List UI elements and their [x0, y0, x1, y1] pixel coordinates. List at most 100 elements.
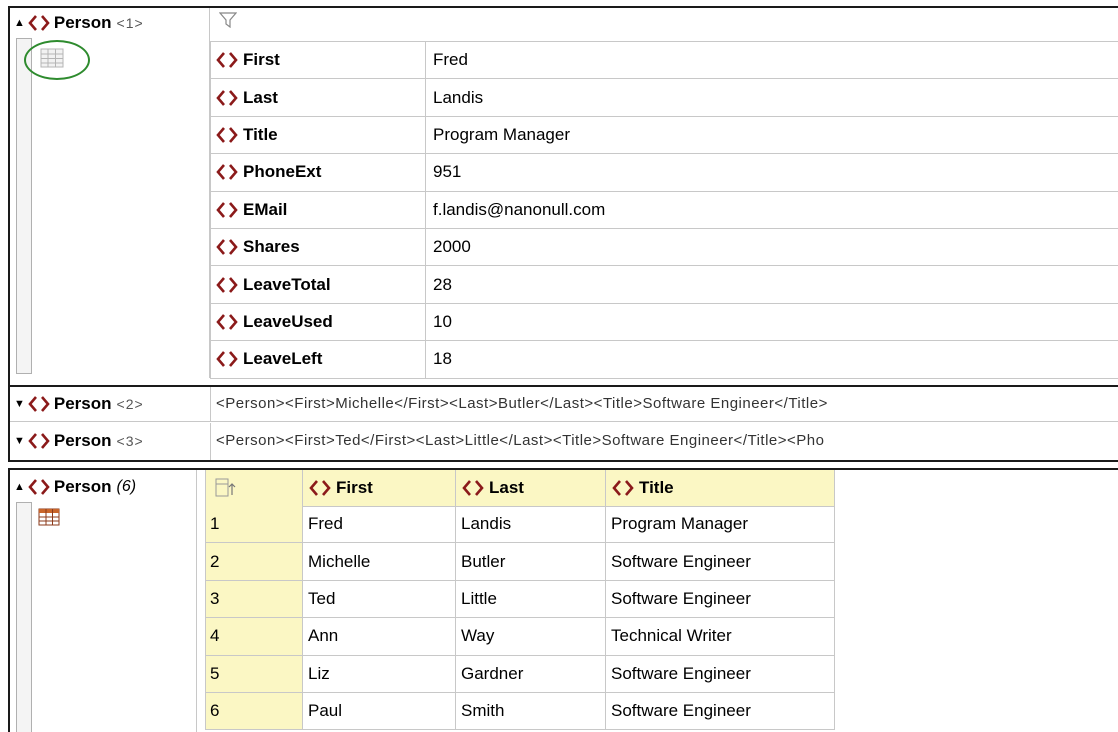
field-value-cell[interactable]: Fred [426, 42, 1118, 78]
field-value: Landis [433, 87, 484, 107]
table-left-divider [196, 470, 197, 732]
column-header-title[interactable]: Title [605, 470, 835, 506]
row-number-cell[interactable]: 5 [205, 655, 302, 693]
element-name: Person [53, 431, 112, 450]
field-name-cell[interactable]: PhoneExt [211, 154, 426, 191]
table-cell-last[interactable]: Smith [455, 693, 605, 731]
field-value-cell[interactable]: Landis [426, 79, 1118, 115]
column-title: First [336, 478, 373, 497]
field-name-cell[interactable]: LeaveLeft [211, 341, 426, 378]
element-tag-icon [216, 201, 238, 219]
field-name-cell[interactable]: EMail [211, 191, 426, 228]
cell-text: Butler [461, 551, 506, 571]
cell-text: 2 [210, 551, 220, 571]
table-cell-last[interactable]: Landis [455, 506, 605, 544]
cell-text: Software Engineer [611, 701, 751, 721]
element-index: <2> [116, 396, 144, 412]
collapse-arrow-icon[interactable]: ▲ [14, 481, 25, 493]
table-cell-last[interactable]: Little [455, 580, 605, 619]
cell-text: Michelle [308, 551, 371, 571]
person-2-header[interactable]: ▼ Person <2> [14, 392, 144, 416]
field-row: LeaveLeft 18 [210, 341, 1118, 379]
field-name-cell[interactable]: Title [211, 116, 426, 154]
field-name-cell[interactable]: LeaveUsed [211, 303, 426, 341]
person-table-header[interactable]: ▲ Person (6) [14, 475, 136, 499]
field-name: Last [243, 87, 278, 107]
person-1-header[interactable]: ▲ Person <1> [14, 10, 144, 36]
element-tag-icon [28, 478, 50, 496]
field-row: Last Landis [210, 79, 1118, 117]
expander-bar[interactable] [16, 502, 32, 732]
element-index: <1> [116, 15, 144, 31]
expand-arrow-icon[interactable]: ▼ [14, 398, 25, 410]
field-name-cell[interactable]: Last [211, 79, 426, 116]
person-3-header[interactable]: ▼ Person <3> [14, 429, 144, 453]
table-cell-first[interactable]: Fred [302, 506, 455, 544]
table-cell-title[interactable]: Software Engineer [605, 543, 835, 581]
expander-bar[interactable] [16, 38, 32, 374]
row-number-cell[interactable]: 3 [205, 580, 302, 619]
element-name: Person [53, 394, 112, 413]
element-tag-icon [216, 89, 238, 107]
person-2-raw-xml[interactable]: <Person><First>Michelle</First><Last>But… [216, 395, 1116, 412]
table-cell-title[interactable]: Technical Writer [605, 618, 835, 656]
field-value-cell[interactable]: 10 [426, 304, 1118, 340]
table-cell-title[interactable]: Software Engineer [605, 655, 835, 693]
field-row: First Fred [210, 42, 1118, 80]
table-view-icon[interactable] [40, 48, 64, 73]
element-tag-icon [216, 126, 238, 144]
field-value: Fred [433, 50, 468, 70]
row-number-cell[interactable]: 4 [205, 618, 302, 656]
field-value-cell[interactable]: 951 [426, 154, 1118, 190]
table-cell-first[interactable]: Ann [302, 618, 455, 656]
cell-text: Landis [461, 514, 512, 534]
table-cell-title[interactable]: Program Manager [605, 506, 835, 544]
field-name-cell[interactable]: First [211, 42, 426, 79]
table-cell-first[interactable]: Paul [302, 693, 455, 731]
cell-text: Ted [308, 588, 336, 608]
cell-text: Liz [308, 663, 330, 683]
table-cell-first[interactable]: Michelle [302, 543, 455, 581]
filter-icon[interactable] [218, 12, 238, 33]
field-name-cell[interactable]: Shares [211, 229, 426, 266]
field-value: 28 [433, 274, 452, 294]
table-cell-first[interactable]: Ted [302, 580, 455, 619]
field-name: EMail [243, 199, 288, 219]
collapse-arrow-icon[interactable]: ▲ [14, 17, 25, 29]
element-tag-icon [28, 14, 50, 32]
cell-text: Smith [461, 701, 505, 721]
row-number-cell[interactable]: 6 [205, 693, 302, 731]
field-name-cell[interactable]: LeaveTotal [211, 266, 426, 303]
filter-row [210, 8, 1118, 42]
person-3-raw-xml[interactable]: <Person><First>Ted</First><Last>Little</… [216, 432, 1116, 449]
field-value-cell[interactable]: 18 [426, 341, 1118, 377]
row-number-cell[interactable]: 2 [205, 543, 302, 581]
column-header-last[interactable]: Last [455, 470, 605, 506]
sort-icon[interactable] [215, 478, 237, 503]
cell-text: Gardner [461, 663, 524, 683]
column-title: Title [639, 478, 674, 497]
table-view-icon[interactable] [38, 508, 60, 531]
field-value-cell[interactable]: 2000 [426, 229, 1118, 265]
table-cell-last[interactable]: Way [455, 618, 605, 656]
field-value-cell[interactable]: f.landis@nanonull.com [426, 192, 1118, 228]
table-cell-last[interactable]: Gardner [455, 655, 605, 693]
element-tag-icon [216, 163, 238, 181]
cell-text: 1 [210, 514, 220, 534]
cell-text: 6 [210, 701, 220, 721]
table-cell-last[interactable]: Butler [455, 543, 605, 581]
table-cell-title[interactable]: Software Engineer [605, 693, 835, 731]
field-name: Title [243, 124, 278, 144]
expand-arrow-icon[interactable]: ▼ [14, 435, 25, 447]
column-title: Last [489, 478, 524, 497]
table-cell-first[interactable]: Liz [302, 655, 455, 693]
element-tag-icon [216, 276, 238, 294]
column-header-first[interactable]: First [302, 470, 455, 506]
element-tag-icon [216, 350, 238, 368]
field-value-cell[interactable]: Program Manager [426, 117, 1118, 153]
field-value-cell[interactable]: 28 [426, 266, 1118, 302]
row-number-cell[interactable]: 1 [205, 506, 302, 544]
field-row: LeaveTotal 28 [210, 266, 1118, 304]
element-tag-icon [216, 238, 238, 256]
table-cell-title[interactable]: Software Engineer [605, 580, 835, 619]
